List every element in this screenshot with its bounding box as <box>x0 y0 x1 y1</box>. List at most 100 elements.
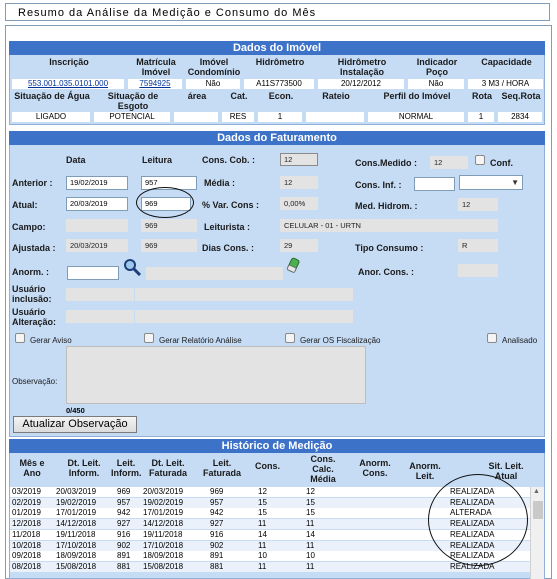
cons-inf-select[interactable]: ▼ <box>459 175 523 190</box>
atual-data-field[interactable]: 20/03/2019 <box>66 197 128 211</box>
imovel-value-2: Não <box>186 79 240 89</box>
gerar-relatorio-label: Gerar Relatório Análise <box>159 336 242 345</box>
imovel-value2-3: RES <box>222 112 254 122</box>
media-field: 12 <box>280 176 318 189</box>
imovel-header2-5: Rateio <box>322 91 350 101</box>
imovel-header2-4: Econ. <box>268 91 294 101</box>
conf-checkbox[interactable] <box>475 155 485 165</box>
cons-cob-field: 12 <box>280 153 318 166</box>
table-cell-4: 881 <box>210 561 224 571</box>
cons-inf-field[interactable] <box>414 177 455 191</box>
gerar-os-checkbox[interactable] <box>285 333 295 343</box>
table-cell-0: 10/2018 <box>12 540 41 550</box>
imovel-value-4: 20/12/2012 <box>318 79 404 89</box>
imovel-header-4: Hidrômetro Instalação <box>337 57 387 77</box>
observacao-textarea[interactable] <box>66 346 366 404</box>
historico-header-8: Anorm. Leit. <box>409 461 441 481</box>
imovel-value2-6: NORMAL <box>368 112 464 122</box>
table-cell-1: 17/10/2018 <box>56 540 97 550</box>
table-cell-5: 15 <box>258 508 267 518</box>
dias-cons-field: 29 <box>280 239 318 252</box>
dropdown-arrow-icon: ▼ <box>511 178 519 187</box>
eraser-icon[interactable] <box>286 257 302 275</box>
med-hidrom-field: 12 <box>458 198 498 211</box>
leiturista-label: Leiturista : <box>204 222 251 232</box>
var-cons-field: 0,00% <box>280 197 318 210</box>
historico-heading: Histórico de Medição <box>9 439 545 453</box>
campo-leitura-field: 969 <box>141 219 197 232</box>
table-cell-4: 957 <box>210 497 224 507</box>
table-cell-1: 17/01/2019 <box>56 508 97 518</box>
tipo-consumo-field: R <box>458 239 498 252</box>
table-cell-1: 19/11/2018 <box>56 529 96 539</box>
imovel-value2-4: 1 <box>258 112 302 122</box>
table-cell-0: 03/2019 <box>12 487 41 496</box>
imovel-value2-5 <box>306 112 364 122</box>
imovel-value-1[interactable]: 7594925 <box>128 79 182 89</box>
imovel-value2-8: 2834 <box>498 112 542 122</box>
anorm-code-field[interactable] <box>67 266 119 280</box>
gerar-aviso-checkbox[interactable] <box>15 333 25 343</box>
table-cell-2: 942 <box>117 508 131 518</box>
cons-medido-field: 12 <box>430 156 468 169</box>
table-cell-6: 14 <box>306 529 315 539</box>
imovel-header-5: Indicador Poço <box>416 57 458 77</box>
var-cons-label: % Var. Cons : <box>202 200 260 210</box>
table-cell-6: 11 <box>306 561 315 571</box>
magnifier-icon[interactable] <box>122 258 144 277</box>
usuario-alteracao-label: Usuário Alteração: <box>12 307 57 327</box>
cons-cob-label: Cons. Cob. : <box>202 155 255 165</box>
anorm-description-field <box>146 267 283 280</box>
observacao-counter: 0/450 <box>66 406 85 415</box>
table-cell-2: 927 <box>117 519 131 529</box>
table-cell-0: 11/2018 <box>12 529 41 539</box>
ajustada-label: Ajustada : <box>12 243 56 253</box>
usuario-alteracao-name <box>135 310 353 323</box>
imovel-header-2: Imóvel Condomínio <box>187 57 241 77</box>
analisado-checkbox[interactable] <box>487 333 497 343</box>
table-cell-1: 15/08/2018 <box>56 561 97 571</box>
scroll-thumb[interactable] <box>533 501 543 519</box>
imovel-header2-6: Perfil do Imóvel <box>383 91 451 101</box>
table-cell-0: 12/2018 <box>12 519 41 529</box>
table-cell-5: 10 <box>258 551 267 561</box>
table-cell-5: 11 <box>258 561 267 571</box>
analisado-label: Analisado <box>502 336 538 345</box>
anterior-data-field[interactable]: 19/02/2019 <box>66 176 128 190</box>
anor-cons-label: Anor. Cons. : <box>358 267 414 277</box>
table-cell-4: 902 <box>210 540 224 550</box>
table-row[interactable]: 08/2018 15/08/2018 881 15/08/2018 881 11 11 REA… <box>10 561 530 572</box>
table-cell-1: 19/02/2019 <box>56 497 97 507</box>
imovel-value-5: Não <box>408 79 464 89</box>
table-cell-5: 14 <box>258 529 267 539</box>
imovel-value-6: 3 M3 / HORA <box>468 79 543 89</box>
scroll-up-icon[interactable]: ▲ <box>533 488 540 495</box>
usuario-inclusao-name <box>135 288 353 301</box>
anor-cons-field <box>458 264 498 277</box>
imovel-value-3: A11S773500 <box>244 79 314 89</box>
table-cell-6: 15 <box>306 497 315 507</box>
table-cell-2: 969 <box>117 487 131 496</box>
med-hidrom-label: Med. Hidrom. : <box>355 201 418 211</box>
table-cell-3: 14/12/2018 <box>143 519 184 529</box>
ajustada-leitura-field: 969 <box>141 239 197 252</box>
table-cell-1: 20/03/2019 <box>56 487 97 496</box>
historico-header-5: Cons. <box>255 461 281 471</box>
imovel-header2-3: Cat. <box>230 91 248 101</box>
col-leitura-label: Leitura <box>142 155 173 165</box>
atualizar-observacao-button[interactable]: Atualizar Observação <box>13 416 137 433</box>
imovel-value-0[interactable]: 553.001.035.0101.000 <box>12 79 124 89</box>
historico-header-0: Mês e Ano <box>19 458 45 478</box>
gerar-relatorio-checkbox[interactable] <box>144 333 154 343</box>
highlight-circle-situacao <box>428 474 528 566</box>
table-cell-3: 19/02/2019 <box>143 497 184 507</box>
usuario-alteracao-code <box>66 310 134 323</box>
anterior-label: Anterior : <box>12 178 53 188</box>
table-cell-4: 916 <box>210 529 224 539</box>
usuario-inclusao-label: Usuário inclusão: <box>12 284 52 304</box>
page-title: Resumo da Análise da Medição e Consumo d… <box>18 7 317 19</box>
historico-scrollbar[interactable]: ▲ <box>530 487 544 579</box>
faturamento-heading: Dados do Faturamento <box>9 131 545 145</box>
anorm-label: Anorm. : <box>12 267 49 277</box>
ajustada-data-field: 20/03/2019 <box>66 239 128 252</box>
